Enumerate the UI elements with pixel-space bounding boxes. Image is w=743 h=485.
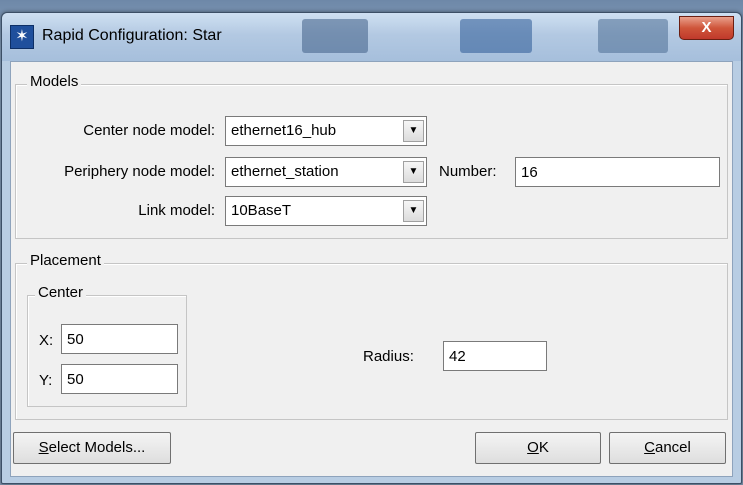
center-node-model-label: Center node model: [83, 122, 215, 139]
y-input[interactable] [61, 364, 178, 394]
ok-button[interactable]: OK [475, 432, 601, 464]
select-models-label: elect Models... [48, 439, 146, 456]
close-button[interactable]: X [679, 16, 734, 40]
cancel-button[interactable]: Cancel [609, 432, 726, 464]
radius-input[interactable] [443, 341, 547, 371]
cancel-label: ancel [654, 439, 691, 456]
title-bar[interactable]: ✶ Rapid Configuration: Star X [2, 13, 741, 61]
select-models-button[interactable]: Select Models... [13, 432, 171, 464]
link-model-select[interactable]: 10BaseT ▼ [225, 196, 427, 226]
dialog-window: ✶ Rapid Configuration: Star X Models Cen… [1, 12, 742, 484]
center-node-model-select[interactable]: ethernet16_hub ▼ [225, 116, 427, 146]
background-blur [302, 19, 368, 53]
window-title: Rapid Configuration: Star [42, 27, 222, 44]
chevron-down-icon[interactable]: ▼ [403, 120, 424, 142]
radius-label: Radius: [363, 348, 414, 365]
link-model-label: Link model: [138, 202, 215, 219]
chevron-down-icon[interactable]: ▼ [403, 161, 424, 183]
chevron-down-icon[interactable]: ▼ [403, 200, 424, 222]
x-input[interactable] [61, 324, 178, 354]
ok-label: K [538, 439, 549, 456]
periphery-node-model-label: Periphery node model: [64, 163, 215, 180]
close-icon: X [701, 19, 712, 36]
y-label: Y: [39, 372, 53, 389]
star-network-icon: ✶ [10, 25, 34, 49]
center-legend: Center [35, 284, 87, 301]
number-label: Number: [439, 163, 497, 180]
center-node-model-value: ethernet16_hub [231, 122, 337, 139]
link-model-value: 10BaseT [231, 202, 292, 219]
select-models-mnemonic: S [38, 439, 49, 456]
cancel-mnemonic: C [644, 439, 655, 456]
placement-legend: Placement [27, 252, 104, 269]
number-input[interactable] [515, 157, 720, 187]
x-label: X: [39, 332, 54, 349]
periphery-node-model-value: ethernet_station [231, 163, 339, 180]
periphery-node-model-select[interactable]: ethernet_station ▼ [225, 157, 427, 187]
background-blur [598, 19, 668, 53]
dialog-body: Models Center node model: ethernet16_hub… [10, 61, 733, 477]
ok-mnemonic: O [527, 439, 539, 456]
models-legend: Models [27, 73, 82, 90]
background-blur [460, 19, 532, 53]
